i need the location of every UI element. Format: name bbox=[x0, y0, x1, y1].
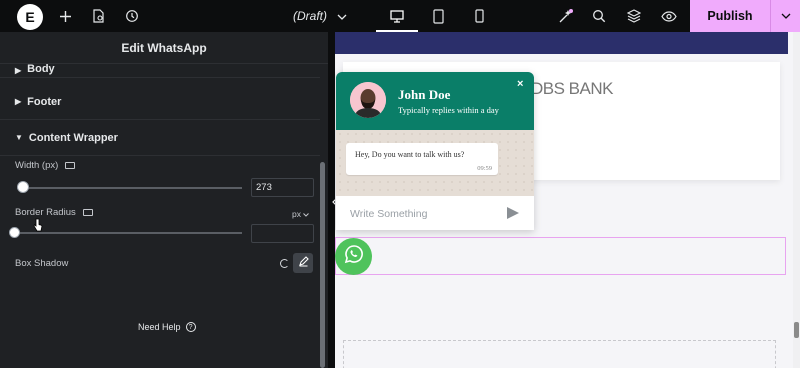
publish-options-button[interactable] bbox=[770, 0, 800, 32]
edit-box-shadow-button[interactable] bbox=[293, 253, 313, 273]
chat-input-bar[interactable]: Write Something bbox=[336, 196, 534, 230]
section-footer[interactable]: ▶ Footer bbox=[0, 84, 320, 120]
width-slider-handle[interactable] bbox=[17, 181, 29, 193]
need-help-link[interactable]: Need Help ? bbox=[138, 322, 196, 332]
panel-scrollbar[interactable] bbox=[320, 162, 325, 368]
tablet-icon[interactable] bbox=[428, 0, 448, 32]
caret-right-icon: ▶ bbox=[15, 66, 22, 75]
chevron-down-icon bbox=[303, 209, 310, 219]
canvas-scrollbar[interactable] bbox=[793, 32, 800, 368]
chat-input-placeholder: Write Something bbox=[350, 208, 428, 220]
reset-icon[interactable] bbox=[280, 259, 289, 268]
whatsapp-icon bbox=[344, 244, 364, 269]
header-band bbox=[335, 32, 788, 54]
layers-icon[interactable] bbox=[624, 0, 644, 32]
dbs-bank-logo: DBS BANK bbox=[531, 79, 613, 98]
mouse-cursor-icon bbox=[33, 218, 43, 233]
section-content-wrapper[interactable]: ▼ Content Wrapper bbox=[0, 120, 320, 156]
mobile-icon[interactable] bbox=[469, 0, 489, 32]
pencil-icon bbox=[298, 256, 309, 270]
chat-message-time: 09:59 bbox=[477, 165, 492, 172]
section-content-wrapper-label: Content Wrapper bbox=[28, 131, 118, 144]
border-radius-control-label: Border Radius bbox=[15, 207, 93, 218]
width-label: Width (px) bbox=[15, 160, 59, 171]
border-radius-slider-handle[interactable] bbox=[9, 227, 20, 238]
chat-message-bubble: Hey, Do you want to talk with us? 09:59 bbox=[346, 143, 498, 175]
caret-right-icon: ▶ bbox=[15, 97, 22, 106]
elementor-logo[interactable]: E bbox=[17, 4, 43, 30]
whatsapp-floating-button[interactable] bbox=[335, 238, 372, 275]
whatsapp-chat-widget: John Doe Typically replies within a day … bbox=[336, 72, 534, 230]
ai-sparkle-icon[interactable] bbox=[555, 0, 577, 32]
selected-element-outline[interactable] bbox=[335, 237, 786, 275]
unit-selector[interactable]: px bbox=[292, 209, 310, 219]
width-slider-track[interactable] bbox=[17, 187, 242, 189]
empty-drop-section[interactable] bbox=[343, 340, 776, 368]
draft-status-dropdown[interactable]: (Draft) bbox=[293, 0, 347, 32]
border-radius-input[interactable] bbox=[251, 224, 314, 243]
search-icon[interactable] bbox=[589, 0, 609, 32]
border-radius-label: Border Radius bbox=[15, 207, 76, 218]
desktop-icon[interactable] bbox=[386, 0, 408, 32]
box-shadow-control-label: Box Shadow bbox=[15, 258, 68, 269]
need-help-label: Need Help bbox=[138, 322, 181, 332]
page-settings-icon[interactable] bbox=[88, 0, 108, 32]
chevron-down-icon bbox=[781, 10, 791, 22]
border-radius-slider-track[interactable] bbox=[15, 232, 242, 234]
editor-panel: Edit WhatsApp ▶ Body ▶ Footer ▼ Content … bbox=[0, 32, 328, 368]
width-control-label: Width (px) bbox=[15, 160, 76, 171]
responsive-desktop-icon[interactable] bbox=[82, 209, 93, 216]
plus-icon[interactable] bbox=[55, 0, 75, 32]
section-body-label: Body bbox=[27, 63, 55, 75]
chat-message-text: Hey, Do you want to talk with us? bbox=[355, 150, 465, 159]
section-footer-label: Footer bbox=[27, 95, 62, 108]
editor-canvas: DBS BANK John Doe Typically replies with… bbox=[335, 32, 800, 368]
chevron-down-icon bbox=[337, 9, 347, 23]
preview-eye-icon[interactable] bbox=[658, 0, 680, 32]
history-icon[interactable] bbox=[122, 0, 142, 32]
width-input[interactable]: 273 bbox=[251, 178, 314, 197]
chat-body: Hey, Do you want to talk with us? 09:59 bbox=[336, 130, 534, 196]
publish-button[interactable]: Publish bbox=[690, 0, 770, 32]
canvas-scrollbar-thumb[interactable] bbox=[794, 322, 799, 338]
responsive-desktop-icon[interactable] bbox=[65, 162, 76, 169]
editor-topbar: E (Draft) Publish bbox=[0, 0, 800, 32]
send-icon[interactable] bbox=[507, 207, 519, 219]
question-icon: ? bbox=[185, 322, 196, 332]
close-icon[interactable]: × bbox=[517, 78, 523, 90]
unit-label: px bbox=[292, 209, 301, 219]
section-body[interactable]: ▶ Body bbox=[0, 56, 320, 78]
draft-label: (Draft) bbox=[293, 9, 327, 23]
box-shadow-label: Box Shadow bbox=[15, 258, 69, 269]
caret-down-icon: ▼ bbox=[15, 133, 23, 142]
avatar bbox=[350, 82, 386, 118]
agent-name: John Doe bbox=[398, 87, 451, 102]
whatsapp-header: John Doe Typically replies within a day … bbox=[336, 72, 534, 130]
agent-status: Typically replies within a day bbox=[398, 105, 499, 115]
